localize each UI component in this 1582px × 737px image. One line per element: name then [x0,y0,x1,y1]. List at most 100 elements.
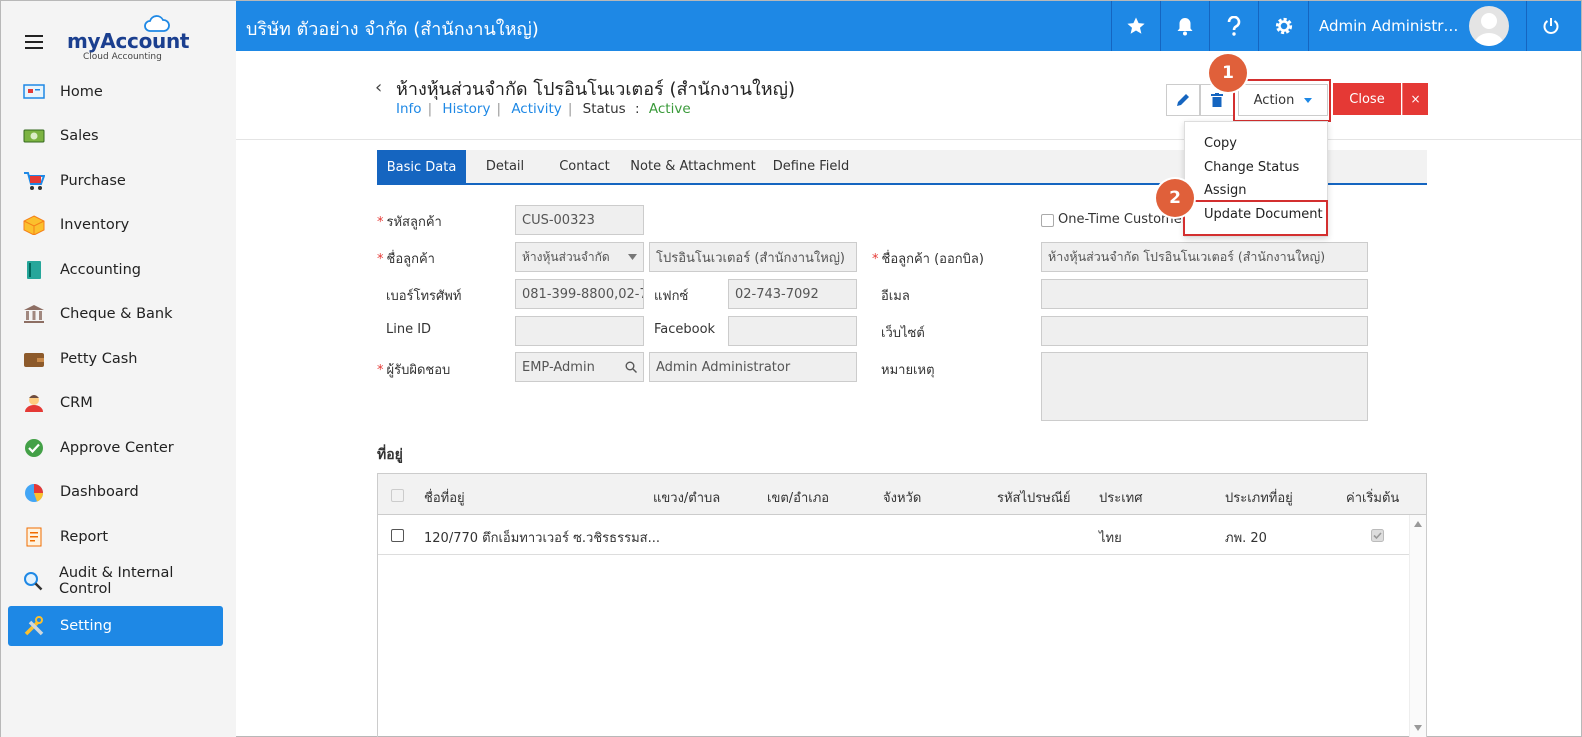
column-header-name[interactable]: ชื่อที่อยู่ [424,487,465,508]
facebook-label: Facebook [654,322,716,337]
line-id-label: Line ID [386,322,432,337]
email-field[interactable] [1041,279,1368,309]
column-header-subdistrict[interactable]: แขวง/ตำบล [653,487,720,508]
column-header-district[interactable]: เขต/อำเภอ [767,487,829,508]
column-header-zip[interactable]: รหัสไปรษณีย์ [997,487,1071,508]
sidebar-item-home[interactable]: Home [8,72,223,112]
logout-button[interactable] [1526,1,1575,51]
menu-item-change-status[interactable]: Change Status [1204,160,1299,175]
pie-chart-icon [22,481,46,503]
cell-country: ไทย [1099,531,1122,546]
bank-icon [22,303,46,325]
step-badge-2: 2 [1156,179,1194,217]
customer-code-label: * รหัสลูกค้า [377,215,442,230]
sidebar-item-label: CRM [60,395,93,411]
status-badge: Active [648,101,691,117]
cart-icon [22,170,46,192]
phone-field[interactable]: 081-399-8800,02-74 [515,279,644,309]
tab-define-field[interactable]: Define Field [767,150,855,183]
notification-button[interactable] [1160,1,1209,51]
menu-item-copy[interactable]: Copy [1204,136,1237,151]
table-scrollbar[interactable] [1409,515,1426,737]
document-subnav: Info | History | Activity | Status : Active [396,101,691,117]
edit-button[interactable] [1166,84,1200,116]
close-button[interactable]: Close [1333,83,1401,115]
sidebar-item-sales[interactable]: Sales [8,116,223,156]
help-button[interactable] [1209,1,1258,51]
trash-icon [1211,93,1223,107]
line-id-field[interactable] [515,316,644,346]
history-link[interactable]: History [442,101,490,117]
column-header-type[interactable]: ประเภทที่อยู่ [1225,487,1293,508]
sidebar-item-purchase[interactable]: Purchase [8,161,223,201]
scroll-up-icon[interactable] [1414,521,1422,527]
sidebar: myAccount Cloud Accounting Home Sales Pu… [1,1,236,737]
owner-code-value: EMP-Admin [522,359,595,375]
tab-note-attachment[interactable]: Note & Attachment [629,150,757,183]
hamburger-menu-icon[interactable] [25,35,43,49]
logo-area: myAccount Cloud Accounting [1,1,236,71]
sidebar-item-label: Approve Center [60,440,174,456]
menu-item-assign[interactable]: Assign [1204,183,1247,198]
company-name[interactable]: บริษัท ตัวอย่าง จำกัด (สำนักงานใหญ่) [246,14,539,43]
magnifier-icon [22,570,45,592]
one-time-customer-checkbox[interactable] [1041,214,1054,227]
customer-name-field[interactable]: โปรอินโนเวเตอร์ (สำนักงานใหญ่) [649,242,857,272]
sidebar-item-setting[interactable]: Setting [8,606,223,646]
bill-name-field[interactable]: ห้างหุ้นส่วนจำกัด โปรอินโนเวเตอร์ (สำนัก… [1041,242,1368,272]
cell-address-type: ภพ. 20 [1225,531,1267,546]
sidebar-item-audit[interactable]: Audit & Internal Control [8,561,223,601]
question-icon [1227,16,1241,36]
sidebar-item-accounting[interactable]: Accounting [8,250,223,290]
back-chevron-icon[interactable]: ‹ [375,77,382,98]
sidebar-item-label: Accounting [60,262,141,278]
star-icon [1127,17,1145,34]
close-x-button[interactable]: × [1402,83,1428,115]
box-icon [22,214,46,236]
sidebar-item-report[interactable]: Report [8,517,223,557]
power-icon [1543,18,1559,34]
header-divider [236,139,1581,140]
sidebar-item-approve-center[interactable]: Approve Center [8,428,223,468]
table-row[interactable]: 120/770 ตึกเอ็มทาวเวอร์ ซ.วชิรธรรมส... ไ… [378,515,1409,555]
tab-basic-data[interactable]: Basic Data [377,150,466,185]
owner-name-field[interactable]: Admin Administrator [649,352,857,382]
fax-label: แฟกซ์ [654,289,689,304]
avatar [1469,6,1509,46]
tab-contact[interactable]: Contact [547,150,622,183]
note-textarea[interactable] [1041,352,1368,421]
owner-label: * ผู้รับผิดชอบ [377,363,451,378]
report-icon [22,526,46,548]
sidebar-item-petty-cash[interactable]: Petty Cash [8,339,223,379]
facebook-field[interactable] [728,316,857,346]
column-header-country[interactable]: ประเทศ [1099,487,1142,508]
select-all-checkbox[interactable] [391,489,404,502]
sidebar-item-inventory[interactable]: Inventory [8,205,223,245]
column-header-default[interactable]: ค่าเริ่มต้น [1346,487,1399,508]
website-label: เว็บไซต์ [881,326,925,341]
activity-link[interactable]: Activity [511,101,562,117]
scroll-down-icon[interactable] [1414,725,1422,731]
settings-button[interactable] [1258,1,1308,51]
customer-prefix-select[interactable]: ห้างหุ้นส่วนจำกัด [515,242,644,272]
info-link[interactable]: Info [396,101,422,117]
search-icon[interactable] [625,361,637,373]
column-header-province[interactable]: จังหวัด [883,487,921,508]
home-icon [22,81,46,103]
customer-code-field[interactable]: CUS-00323 [515,205,644,235]
fax-field[interactable]: 02-743-7092 [728,279,857,309]
sidebar-item-cheque-bank[interactable]: Cheque & Bank [8,294,223,334]
favorite-button[interactable] [1111,1,1160,51]
sidebar-item-label: Sales [60,128,99,144]
sidebar-item-crm[interactable]: CRM [8,383,223,423]
owner-code-field[interactable]: EMP-Admin [515,352,644,382]
website-field[interactable] [1041,316,1368,346]
row-checkbox[interactable] [391,529,404,542]
tab-detail[interactable]: Detail [469,150,541,183]
pencil-icon [1177,94,1189,106]
sidebar-item-label: Setting [60,618,112,634]
user-menu[interactable]: Admin Administrator [1308,1,1523,51]
sidebar-item-dashboard[interactable]: Dashboard [8,472,223,512]
logo-brand: myAccount [67,29,190,53]
sidebar-item-label: Dashboard [60,484,139,500]
